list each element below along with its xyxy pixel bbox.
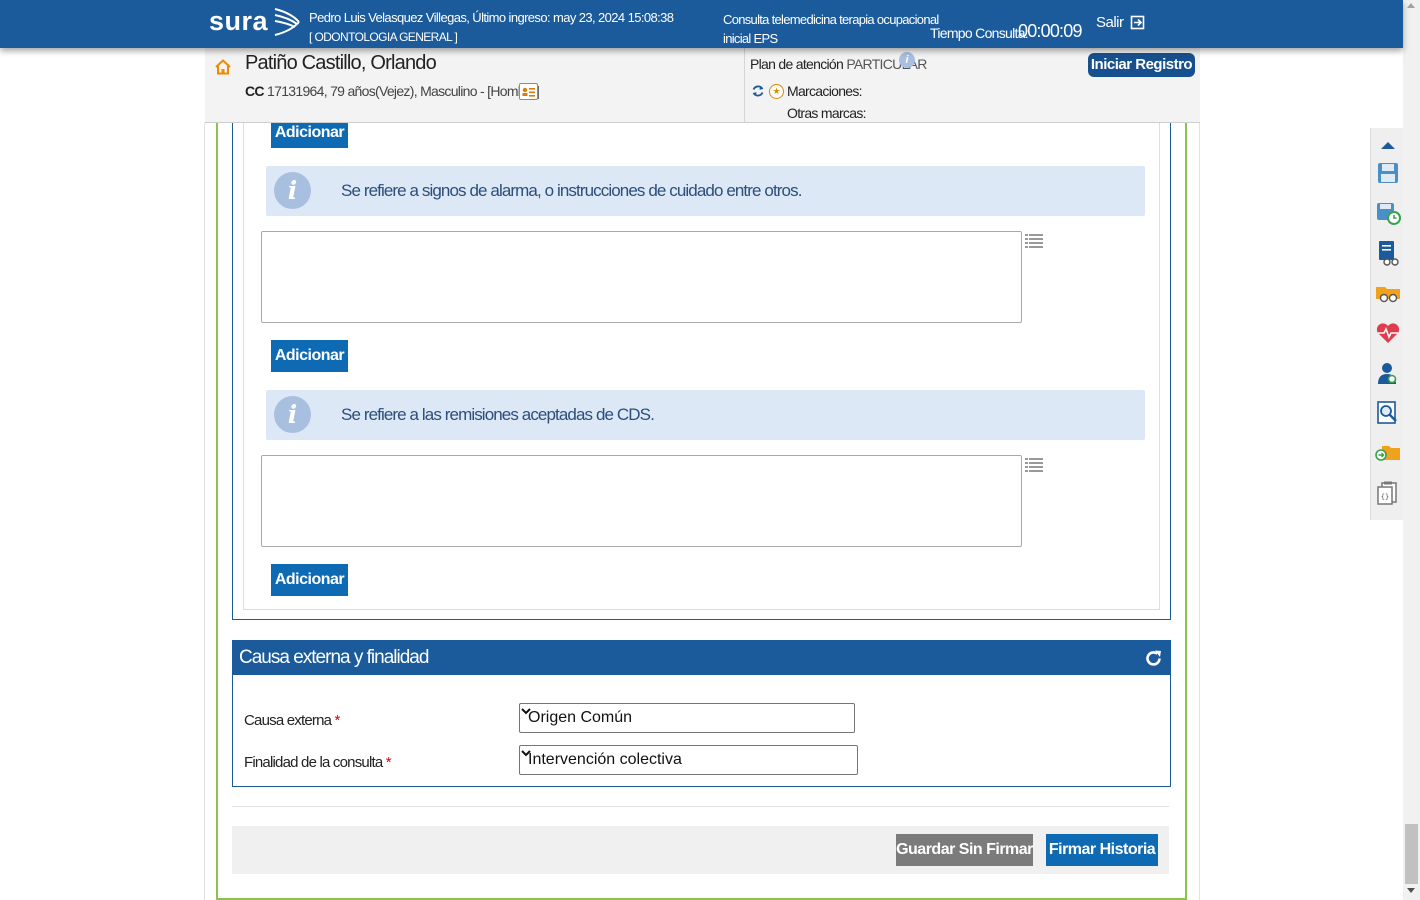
info-text-referrals: Se refiere a las remisiones aceptadas de…: [341, 405, 655, 424]
star-icon: ★: [769, 84, 784, 99]
patient-info-text: 17131964, 79 años(Vejez), Masculino - [H…: [267, 83, 540, 99]
svg-text:{}: {}: [1381, 493, 1389, 501]
add-button-2[interactable]: Adicionar: [271, 340, 348, 372]
add-button-3[interactable]: Adicionar: [271, 564, 348, 596]
referrals-textarea[interactable]: [261, 455, 1022, 547]
list-icon[interactable]: [1025, 458, 1043, 472]
vertical-scrollbar[interactable]: [1403, 0, 1420, 900]
consult-type: Consulta telemedicina terapia ocupaciona…: [723, 12, 939, 27]
scroll-down-arrow-icon[interactable]: [1407, 888, 1415, 893]
sura-logo: sura: [209, 6, 269, 36]
finalidad-text: Finalidad de la consulta: [244, 754, 383, 771]
causa-externa-text: Causa externa: [244, 712, 332, 729]
page-border-right: [1199, 122, 1200, 900]
causa-externa-select[interactable]: Origen Común: [519, 703, 855, 733]
marks-label: Marcaciones:: [787, 83, 863, 99]
id-type: CC: [245, 83, 265, 99]
page-border-left: [204, 122, 205, 900]
heart-pulse-icon[interactable]: [1375, 320, 1401, 346]
time-label: Tiempo Consulta:: [930, 25, 1029, 41]
user-search-icon[interactable]: [1375, 360, 1401, 386]
action-bar: Guardar Sin Firmar Firmar Historia: [232, 826, 1169, 874]
info-box-alarm-signs: i Se refiere a signos de alarma, o instr…: [266, 166, 1145, 216]
section-title: Causa externa y finalidad: [239, 647, 429, 668]
save-icon[interactable]: [1375, 160, 1401, 186]
finalidad-label: Finalidad de la consulta *: [244, 754, 392, 771]
info-text-alarm-signs: Se refiere a signos de alarma, o instruc…: [341, 181, 802, 200]
top-bar: sura Pedro Luis Velasquez Villegas, Últi…: [0, 0, 1403, 48]
folder-move-icon[interactable]: [1375, 440, 1401, 466]
info-box-referrals: i Se refiere a las remisiones aceptadas …: [266, 390, 1145, 440]
causa-externa-label: Causa externa *: [244, 712, 340, 729]
id-card-icon[interactable]: [519, 83, 538, 100]
home-icon[interactable]: [214, 58, 232, 76]
divider: [232, 806, 1169, 807]
logout-icon: [1130, 15, 1144, 30]
logout-label: Salir: [1096, 14, 1124, 31]
consult-type-line2: inicial EPS: [723, 31, 778, 46]
section-header: Causa externa y finalidad: [233, 641, 1170, 675]
user-specialty: [ ODONTOLOGIA GENERAL ]: [309, 30, 458, 44]
document-review-icon[interactable]: [1375, 240, 1401, 266]
patient-details: CC 17131964, 79 años(Vejez), Masculino -…: [245, 83, 540, 99]
causa-externa-value: Origen Común: [528, 709, 633, 726]
sign-history-button[interactable]: Firmar Historia: [1046, 834, 1158, 866]
save-unsigned-button[interactable]: Guardar Sin Firmar: [896, 834, 1033, 866]
start-record-button[interactable]: Iniciar Registro: [1088, 53, 1195, 77]
save-scheduled-icon[interactable]: [1375, 200, 1401, 226]
alarm-signs-textarea[interactable]: [261, 231, 1022, 323]
info-icon: i: [274, 396, 311, 433]
required-mark: *: [385, 754, 392, 771]
scroll-up-arrow-icon[interactable]: [1407, 3, 1415, 8]
patient-name: Patiño Castillo, Orlando: [245, 52, 437, 74]
external-cause-section: Causa externa y finalidad Causa externa …: [232, 640, 1171, 787]
finalidad-value: Intervención colectiva: [528, 751, 682, 768]
plan-label: Plan de atención: [750, 56, 844, 72]
glasses-folder-icon[interactable]: [1375, 280, 1401, 306]
right-toolbar: {}: [1370, 128, 1404, 520]
refresh-marks-icon[interactable]: [751, 84, 765, 98]
user-info: Pedro Luis Velasquez Villegas, Último in…: [309, 10, 674, 25]
required-mark: *: [334, 712, 341, 729]
scroll-top-icon[interactable]: [1375, 132, 1401, 158]
other-marks-label: Otras marcas:: [787, 105, 867, 121]
consult-timer: 00:00:09: [1018, 21, 1082, 41]
info-icon: i: [274, 172, 311, 209]
finalidad-select[interactable]: Intervención colectiva: [519, 745, 858, 775]
plan-info-icon[interactable]: i: [899, 52, 915, 68]
clipboard-copy-icon[interactable]: {}: [1375, 480, 1401, 506]
zoom-document-icon[interactable]: [1375, 400, 1401, 426]
sura-logo-wave-icon: [274, 8, 300, 36]
refresh-icon[interactable]: [1144, 649, 1163, 668]
patient-header: Patiño Castillo, Orlando CC 17131964, 79…: [205, 48, 1200, 123]
scrollbar-thumb[interactable]: [1405, 824, 1418, 884]
list-icon[interactable]: [1025, 234, 1043, 248]
logout-button[interactable]: Salir: [1096, 14, 1145, 31]
header-divider: [744, 48, 745, 122]
